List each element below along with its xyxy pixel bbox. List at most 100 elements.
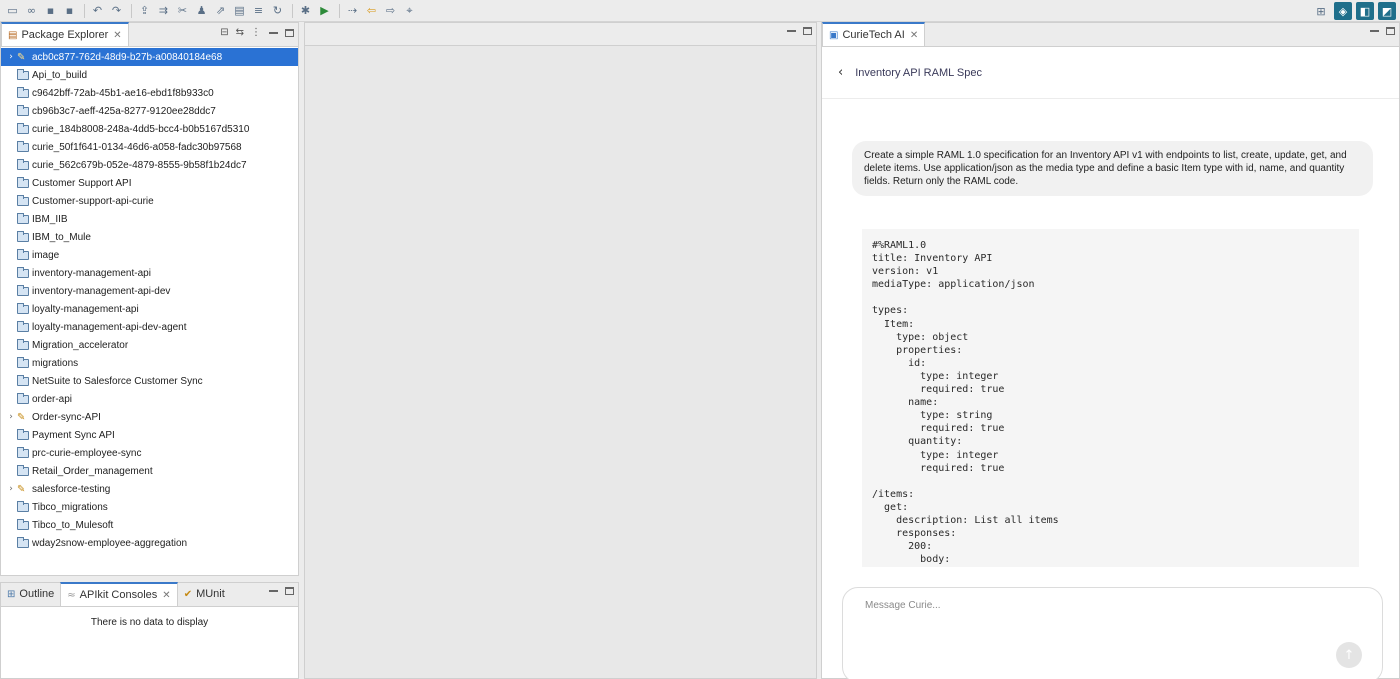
- folder-icon: [17, 374, 29, 386]
- close-icon[interactable]: ✕: [910, 30, 918, 41]
- pin-icon[interactable]: ⌖: [401, 2, 418, 19]
- project-item[interactable]: Api_to_build: [1, 66, 298, 84]
- project-item[interactable]: › ✎ Order-sync-API: [1, 408, 298, 426]
- user-icon[interactable]: ♟: [193, 2, 210, 19]
- doc-icon[interactable]: ▤: [231, 2, 248, 19]
- chevron-right-icon[interactable]: ›: [5, 484, 17, 494]
- toolbar-separator: [339, 3, 340, 18]
- maximize-icon[interactable]: [285, 28, 294, 37]
- run-icon[interactable]: ▶: [316, 2, 333, 19]
- project-label: Api_to_build: [32, 69, 88, 81]
- maximize-icon[interactable]: [285, 587, 294, 595]
- project-item[interactable]: curie_50f1f641-0134-46d6-a058-fadc30b975…: [1, 138, 298, 156]
- project-item[interactable]: order-api: [1, 390, 298, 408]
- project-item[interactable]: › ✎ salesforce-testing: [1, 480, 298, 498]
- mule-perspective-icon[interactable]: ◈: [1334, 2, 1352, 20]
- project-item[interactable]: IBM_IIB: [1, 210, 298, 228]
- project-item[interactable]: Payment Sync API: [1, 426, 298, 444]
- project-label: curie_50f1f641-0134-46d6-a058-fadc30b975…: [32, 141, 242, 153]
- view-menu-icon[interactable]: ⋮: [251, 27, 261, 38]
- back-icon[interactable]: ‹: [838, 65, 843, 80]
- project-item[interactable]: wday2snow-employee-aggregation: [1, 534, 298, 552]
- project-item[interactable]: › ✎ acb0c877-762d-48d9-b27b-a00840184e68: [1, 48, 298, 66]
- message-input[interactable]: [865, 600, 1285, 611]
- save-icon[interactable]: ▪: [42, 2, 59, 19]
- close-icon[interactable]: ✕: [162, 590, 170, 601]
- project-item[interactable]: prc-curie-employee-sync: [1, 444, 298, 462]
- folder-icon: [17, 266, 29, 278]
- project-label: Payment Sync API: [32, 429, 115, 441]
- project-label: loyalty-management-api: [32, 303, 139, 315]
- maximize-icon[interactable]: [1386, 27, 1395, 35]
- maximize-icon[interactable]: [803, 27, 812, 35]
- project-item[interactable]: Tibco_migrations: [1, 498, 298, 516]
- tab-package-explorer[interactable]: ▤ Package Explorer ✕: [1, 22, 129, 46]
- project-tree: › ✎ acb0c877-762d-48d9-b27b-a00840184e68 Ap…: [1, 48, 298, 552]
- close-icon[interactable]: ✕: [113, 30, 121, 41]
- anypoint-icon[interactable]: ◧: [1356, 2, 1374, 20]
- project-item[interactable]: inventory-management-api: [1, 264, 298, 282]
- minimize-icon[interactable]: [269, 590, 278, 592]
- tab-label: MUnit: [196, 588, 225, 600]
- project-label: prc-curie-employee-sync: [32, 447, 142, 459]
- project-item[interactable]: loyalty-management-api-dev-agent: [1, 318, 298, 336]
- publish-icon[interactable]: ⇪: [136, 2, 153, 19]
- project-item[interactable]: Migration_accelerator: [1, 336, 298, 354]
- back-icon[interactable]: ⇦: [363, 2, 380, 19]
- project-item[interactable]: curie_562c679b-052e-4879-8555-9b58f1b24d…: [1, 156, 298, 174]
- deploy-icon[interactable]: ⇉: [155, 2, 172, 19]
- project-label: curie_562c679b-052e-4879-8555-9b58f1b24d…: [32, 159, 247, 171]
- link-editor-icon[interactable]: ⇆: [236, 27, 244, 38]
- save-all-icon[interactable]: ▪: [61, 2, 78, 19]
- refresh-icon[interactable]: ↻: [269, 2, 286, 19]
- project-item[interactable]: curie_184b8008-248a-4dd5-bcc4-b0b5167d53…: [1, 120, 298, 138]
- project-item[interactable]: Customer Support API: [1, 174, 298, 192]
- tab-label: Package Explorer: [21, 29, 109, 41]
- project-label: Tibco_migrations: [32, 501, 108, 513]
- nav-icon[interactable]: ⇢: [344, 2, 361, 19]
- forward-icon[interactable]: ⇨: [382, 2, 399, 19]
- folder-icon: [17, 284, 29, 296]
- new-icon[interactable]: ▭: [4, 2, 21, 19]
- undo-icon[interactable]: ↶: [89, 2, 106, 19]
- studio-icon[interactable]: ◩: [1378, 2, 1396, 20]
- send-button[interactable]: ↑: [1336, 642, 1362, 668]
- project-item[interactable]: c9642bff-72ab-45b1-ae16-ebd1f8b933c0: [1, 84, 298, 102]
- project-item[interactable]: Customer-support-api-curie: [1, 192, 298, 210]
- collapse-all-icon[interactable]: ⊟: [220, 27, 228, 38]
- project-item[interactable]: NetSuite to Salesforce Customer Sync: [1, 372, 298, 390]
- project-item[interactable]: migrations: [1, 354, 298, 372]
- link-icon[interactable]: ∞: [23, 2, 40, 19]
- apikit-icon: ≈: [67, 589, 76, 601]
- layers-icon[interactable]: ≡: [250, 2, 267, 19]
- minimize-icon[interactable]: [269, 31, 278, 34]
- outline-icon: ⊞: [7, 588, 16, 600]
- tab-apikit-consoles[interactable]: ≈ APIkit Consoles ✕: [60, 582, 178, 606]
- project-item[interactable]: inventory-management-api-dev: [1, 282, 298, 300]
- tab-label: APIkit Consoles: [79, 589, 158, 601]
- project-item[interactable]: IBM_to_Mule: [1, 228, 298, 246]
- tool-icon[interactable]: ✂: [174, 2, 191, 19]
- project-label: salesforce-testing: [32, 483, 111, 495]
- project-item[interactable]: Retail_Order_management: [1, 462, 298, 480]
- perspective-icon[interactable]: ⊞: [1312, 2, 1330, 20]
- chevron-right-icon[interactable]: ›: [5, 412, 17, 422]
- tab-outline[interactable]: ⊞ Outline: [1, 582, 60, 606]
- project-item[interactable]: loyalty-management-api: [1, 300, 298, 318]
- project-item[interactable]: Tibco_to_Mulesoft: [1, 516, 298, 534]
- redo-icon[interactable]: ↷: [108, 2, 125, 19]
- raml-code: #%RAML1.0 title: Inventory API version: …: [872, 240, 1059, 566]
- project-item[interactable]: image: [1, 246, 298, 264]
- share-icon[interactable]: ⇗: [212, 2, 229, 19]
- tab-curietech-ai[interactable]: ▣ CurieTech AI ✕: [822, 22, 926, 46]
- debug-icon[interactable]: ✱: [297, 2, 314, 19]
- mule-project-icon: ✎: [17, 483, 26, 495]
- project-item[interactable]: cb96b3c7-aeff-425a-8277-9120ee28ddc7: [1, 102, 298, 120]
- project-label: Customer Support API: [32, 177, 132, 189]
- tab-munit[interactable]: ✔ MUnit: [178, 582, 231, 606]
- minimize-icon[interactable]: [787, 30, 796, 32]
- minimize-icon[interactable]: [1370, 30, 1379, 32]
- munit-icon: ✔: [183, 588, 193, 600]
- chevron-right-icon[interactable]: ›: [5, 52, 17, 62]
- user-message-bubble: Create a simple RAML 1.0 specification f…: [852, 141, 1373, 196]
